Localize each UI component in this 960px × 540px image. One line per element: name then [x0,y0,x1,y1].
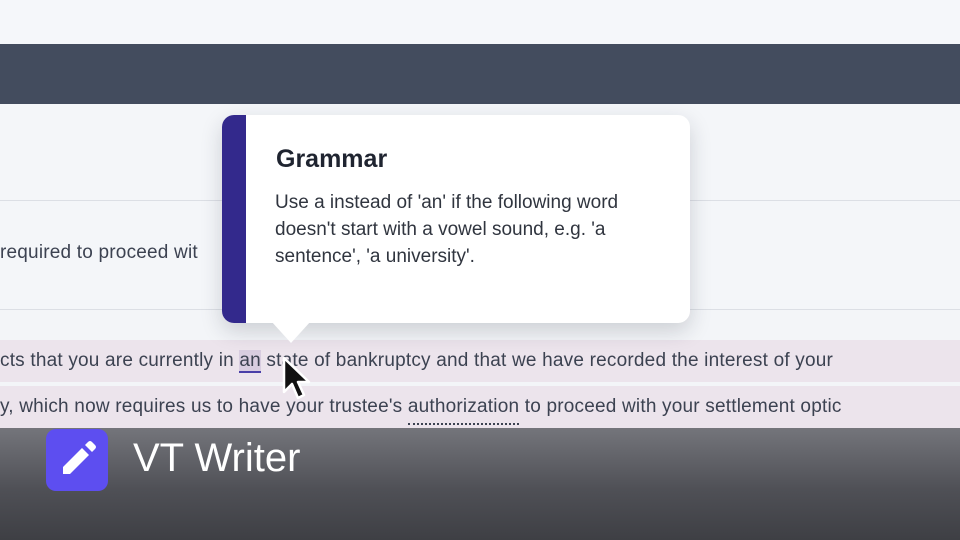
app-navbar [0,44,960,104]
editor-text-line[interactable]: y, which now requires us to have your tr… [0,396,842,425]
text-segment: cts that you are currently in [0,350,240,371]
tooltip-title: Grammar [276,145,388,173]
tooltip-body: Use a instead of 'an' if the following w… [275,192,619,267]
brand-logo [46,429,108,491]
pencil-icon [63,441,96,474]
text-segment: y, which now requires us to have your tr… [0,396,408,417]
editor-text-line[interactable]: cts that you are currently in an state o… [0,350,834,373]
tooltip-pointer [271,321,311,343]
mouse-cursor-icon [282,356,311,400]
tooltip-accent-bar [222,115,246,323]
grammar-suggestion-tooltip[interactable]: Grammar Use a instead of 'an' if the fol… [222,115,690,343]
text-segment: to proceed with your settlement optic [519,396,842,417]
style-issue-word[interactable]: authorization [407,396,520,425]
brand-name: VT Writer [133,436,301,480]
grammar-issue-word[interactable]: an [239,350,261,373]
text-segment: state of bankruptcy and that we have rec… [260,350,834,371]
editor-text-line[interactable]: required to proceed wit [0,242,198,264]
top-strip [0,0,960,44]
